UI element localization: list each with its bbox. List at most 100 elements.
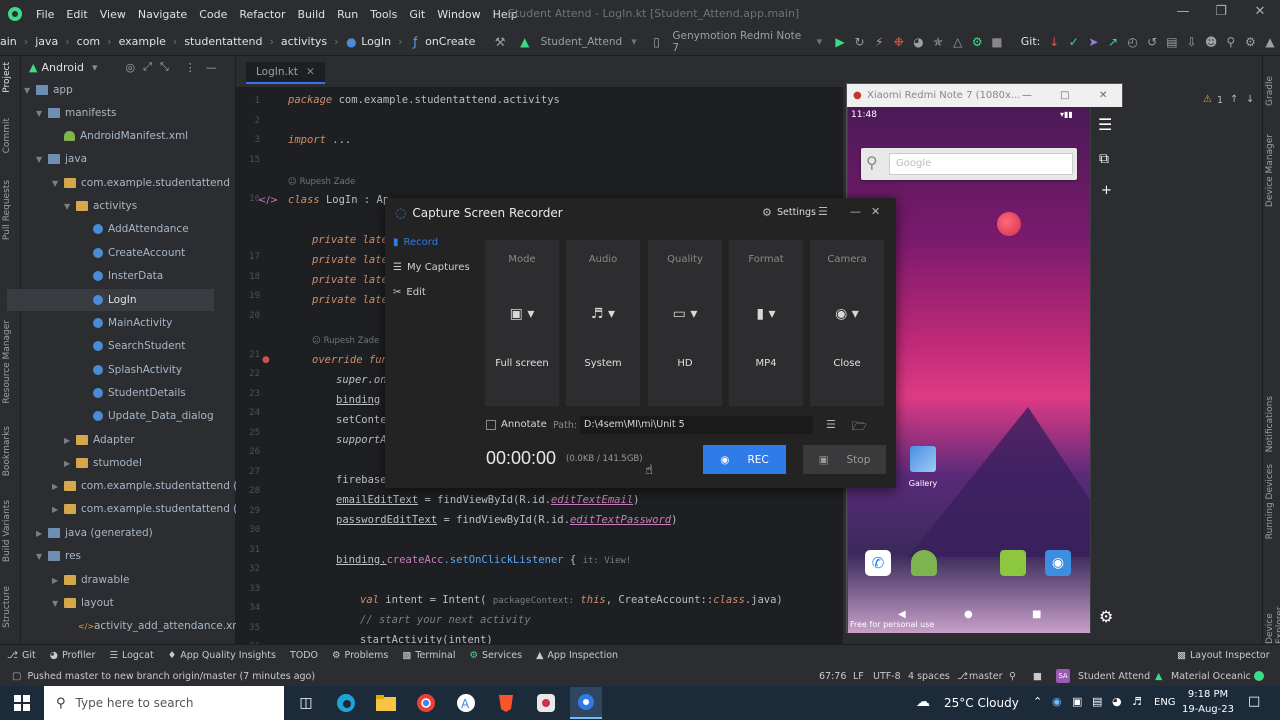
list-icon[interactable]: ☰ bbox=[826, 418, 836, 431]
debug-icon[interactable]: ❉ bbox=[892, 35, 906, 49]
override-marker-icon[interactable]: ● bbox=[262, 355, 270, 365]
tool-tab-resource-manager[interactable]: Resource Manager bbox=[2, 320, 12, 404]
sdk-manager-icon[interactable]: ⇩ bbox=[1185, 35, 1199, 49]
genymotion-icon[interactable] bbox=[530, 687, 562, 719]
tool-tab-structure[interactable]: Structure bbox=[2, 586, 12, 628]
tree-item-activity-add-attendance-xml[interactable]: </> activity_add_attendance.xml bbox=[78, 615, 245, 637]
android-icon[interactable]: ▲ bbox=[1263, 35, 1277, 49]
coverage-icon[interactable]: △ bbox=[951, 35, 965, 49]
tray-recorder-icon[interactable]: ◉ bbox=[1052, 695, 1062, 708]
profile-icon[interactable]: ◕ bbox=[912, 35, 926, 49]
search-icon[interactable]: ⚲ bbox=[1224, 35, 1238, 49]
google-search-widget[interactable]: ⚲ Google bbox=[861, 148, 1077, 180]
tool-app-inspection[interactable]: ▲ App Inspection bbox=[529, 650, 625, 661]
notification-center-icon[interactable]: □ bbox=[1248, 694, 1260, 709]
gallery-app-icon[interactable] bbox=[910, 446, 936, 472]
tool-profiler[interactable]: ◕ Profiler bbox=[43, 650, 103, 661]
hide-icon[interactable]: — bbox=[206, 61, 217, 74]
memory-icon[interactable]: ■ bbox=[1033, 671, 1042, 682]
hammer-icon[interactable]: ⚒ bbox=[493, 35, 507, 49]
menu-icon[interactable]: ☰ bbox=[818, 205, 828, 218]
tree-item-splashactivity[interactable]: SplashActivity bbox=[93, 359, 182, 381]
tool-app-quality-insights[interactable]: ♦ App Quality Insights bbox=[161, 650, 283, 661]
indent-setting[interactable]: 4 spaces bbox=[908, 671, 950, 682]
windows-start-icon[interactable] bbox=[6, 687, 38, 719]
status-message[interactable]: Pushed master to new branch origin/maste… bbox=[27, 671, 315, 682]
tree-item-mainactivity[interactable]: MainActivity bbox=[93, 312, 172, 334]
collapse-all-icon[interactable]: ⤡ bbox=[160, 60, 169, 74]
implementation-icon[interactable]: </> bbox=[258, 195, 278, 206]
menu-view[interactable]: View bbox=[94, 8, 132, 21]
tree-item-createaccount[interactable]: CreateAccount bbox=[93, 242, 185, 264]
device-select[interactable]: Genymotion Redmi Note 7 bbox=[666, 30, 813, 54]
path-input[interactable]: D:\4sem\MI\mi\Unit 5 bbox=[580, 416, 813, 434]
run-configuration-select[interactable]: Student_Attend bbox=[535, 36, 629, 48]
rotate-icon[interactable]: ⧉ bbox=[1099, 151, 1109, 167]
tree-item-searchstudent[interactable]: SearchStudent bbox=[93, 335, 185, 357]
camera-app-icon[interactable]: ◉ bbox=[1045, 550, 1071, 576]
tool-services[interactable]: ⚙ Services bbox=[462, 650, 529, 661]
stop-icon[interactable]: ■ bbox=[990, 35, 1004, 49]
nav-record[interactable]: ▮ Record bbox=[393, 232, 438, 252]
warning-icon[interactable]: ⚠ bbox=[1203, 94, 1212, 105]
recents-nav-icon[interactable]: ■ bbox=[1032, 609, 1041, 620]
tool-terminal[interactable]: ▩ Terminal bbox=[395, 650, 462, 661]
options-icon[interactable]: ⋮ bbox=[185, 61, 196, 74]
tool-logcat[interactable]: ☰ Logcat bbox=[102, 650, 160, 661]
format-card[interactable]: Format ▮ ▾ MP4 bbox=[729, 240, 803, 406]
tree-item-java[interactable]: ▼ java bbox=[36, 148, 87, 170]
settings-button[interactable]: Settings bbox=[777, 207, 816, 218]
lock-icon[interactable]: ⚲ bbox=[1009, 671, 1016, 682]
close-icon[interactable]: ✕ bbox=[1099, 90, 1107, 101]
phone-app-icon[interactable]: ✆ bbox=[865, 550, 891, 576]
tool-tab-build-variants[interactable]: Build Variants bbox=[2, 500, 12, 562]
tool-tab-commit[interactable]: Commit bbox=[2, 118, 12, 153]
avatar-icon[interactable]: ☻ bbox=[1204, 35, 1218, 49]
tree-item-stumodel[interactable]: ▶ stumodel bbox=[64, 452, 142, 474]
tree-item-login[interactable]: LogIn bbox=[7, 289, 214, 311]
project-view-select[interactable]: Android bbox=[41, 61, 84, 74]
git-update-icon[interactable]: ↓ bbox=[1047, 35, 1061, 49]
tool-tab-notifications[interactable]: Notifications bbox=[1265, 396, 1275, 452]
tool-todo[interactable]: TODO bbox=[283, 650, 325, 661]
tool-tab-bookmarks[interactable]: Bookmarks bbox=[2, 426, 12, 476]
minimize-icon[interactable]: — bbox=[1173, 4, 1193, 22]
task-view-icon[interactable]: ◫ bbox=[290, 687, 322, 719]
brave-icon[interactable] bbox=[490, 687, 522, 719]
settings-icon[interactable]: ⚙ bbox=[1099, 607, 1113, 626]
breadcrumb-studentattend[interactable]: studentattend bbox=[180, 35, 266, 48]
tree-item-update-data-dialog[interactable]: Update_Data_dialog bbox=[93, 405, 214, 427]
tree-item-package[interactable]: ▼ com.example.studentattend bbox=[52, 172, 230, 194]
tool-git[interactable]: ⎇ Git bbox=[0, 650, 43, 661]
settings-icon[interactable]: ⚙ bbox=[762, 206, 772, 219]
tree-item-app[interactable]: ▼ app bbox=[24, 79, 73, 101]
settings-icon[interactable]: ⚙ bbox=[1244, 35, 1258, 49]
menu-window[interactable]: Window bbox=[431, 8, 486, 21]
breadcrumb-oncreate[interactable]: onCreate bbox=[425, 35, 479, 48]
tree-item-layout[interactable]: ▼ layout bbox=[52, 592, 114, 614]
folded-imports[interactable]: ... bbox=[332, 134, 351, 146]
nav-my-captures[interactable]: ☰ My Captures bbox=[393, 257, 470, 277]
tray-network-icon[interactable]: ▤ bbox=[1092, 695, 1102, 708]
tool-layout-inspector[interactable]: ▩ Layout Inspector bbox=[1170, 650, 1277, 661]
minimize-icon[interactable]: — bbox=[1022, 90, 1032, 101]
apply-changes-icon[interactable]: ⚡ bbox=[872, 35, 886, 49]
chrome-icon[interactable] bbox=[410, 687, 442, 719]
stop-button[interactable]: ▣ Stop bbox=[803, 445, 886, 474]
clock-date[interactable]: 19-Aug-23 bbox=[1182, 704, 1234, 715]
tree-item-androidmanifest[interactable]: AndroidManifest.xml bbox=[64, 125, 188, 147]
chevron-up-icon[interactable]: ↑ bbox=[1230, 94, 1238, 105]
input-language[interactable]: ENG bbox=[1154, 697, 1176, 708]
close-tab-icon[interactable]: ✕ bbox=[306, 66, 315, 78]
taskbar-search-box[interactable]: ⚲ Type here to search bbox=[44, 686, 284, 720]
sync-gradle-icon[interactable]: ⚙ bbox=[971, 35, 985, 49]
menu-git[interactable]: Git bbox=[403, 8, 431, 21]
android-studio-icon[interactable]: A bbox=[450, 687, 482, 719]
expand-all-icon[interactable]: ⤢ bbox=[143, 60, 152, 74]
tray-app-icon[interactable]: ▣ bbox=[1072, 695, 1082, 708]
menu-tools[interactable]: Tools bbox=[364, 8, 403, 21]
locate-icon[interactable]: ◎ bbox=[126, 61, 136, 74]
tree-item-manifests[interactable]: ▼ manifests bbox=[36, 102, 116, 124]
history-icon[interactable]: ◴ bbox=[1126, 35, 1140, 49]
nav-edit[interactable]: ✂ Edit bbox=[393, 282, 426, 302]
